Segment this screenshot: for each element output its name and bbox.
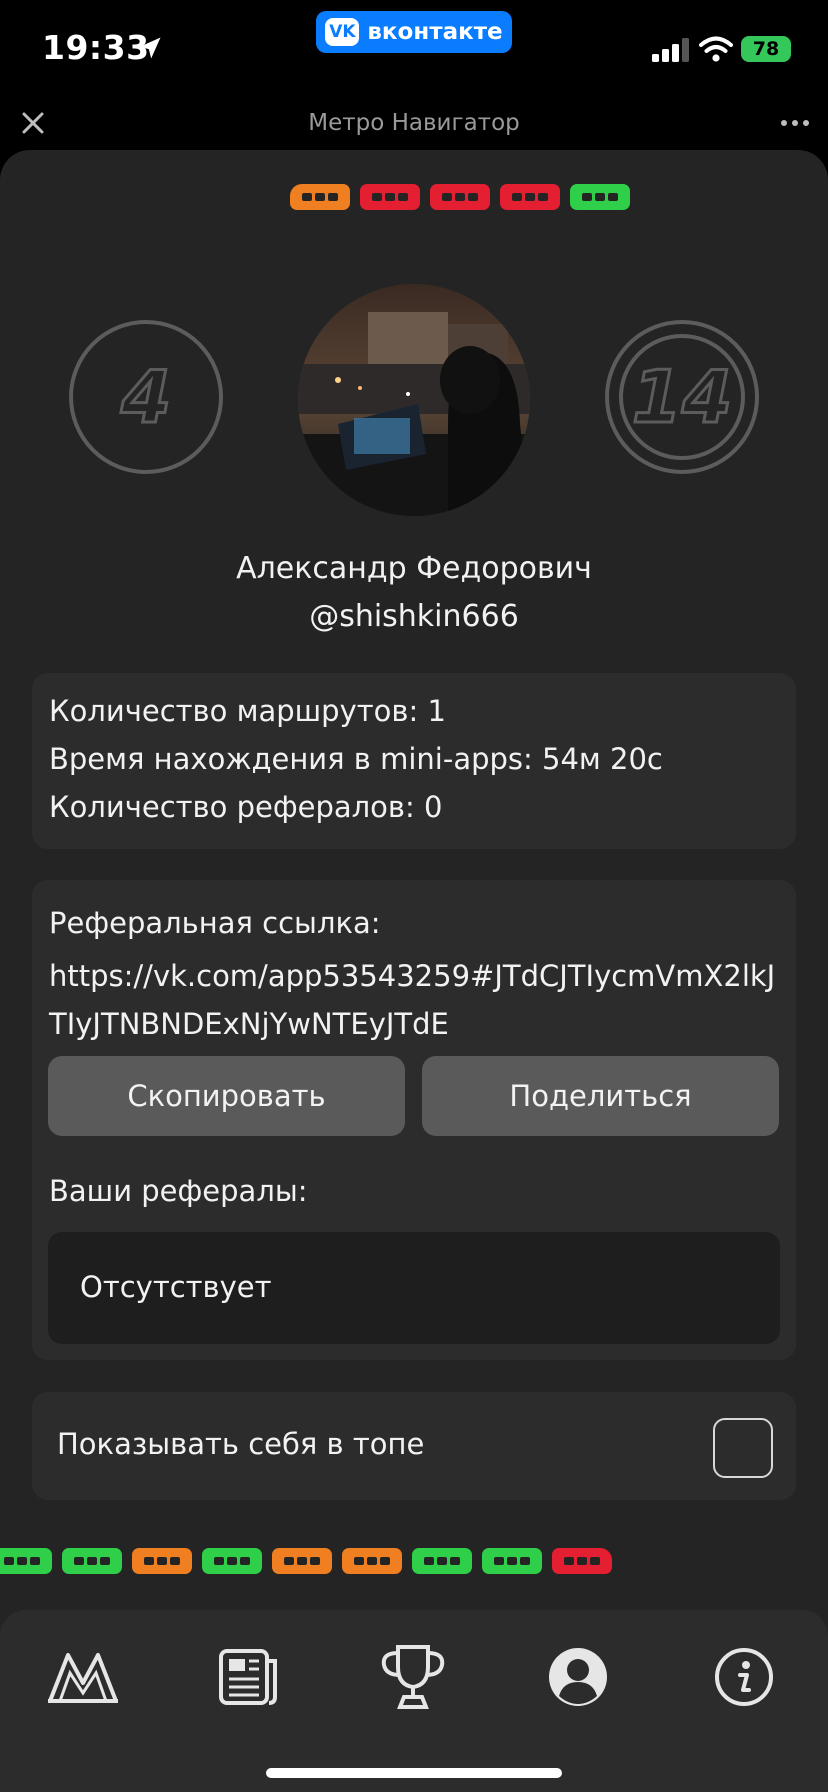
train-car <box>552 1548 612 1574</box>
train-car <box>62 1548 122 1574</box>
share-button[interactable]: Поделиться <box>422 1056 779 1136</box>
train-car <box>290 184 350 210</box>
nav-info[interactable] <box>705 1638 783 1716</box>
metro-icon <box>48 1653 118 1703</box>
home-indicator[interactable] <box>266 1768 562 1778</box>
app-title: Метро Навигатор <box>308 110 520 136</box>
train-car <box>272 1548 332 1574</box>
referral-title: Реферальная ссылка: <box>49 906 381 940</box>
train-car <box>202 1548 262 1574</box>
referrals-empty-label: Отсутствует <box>80 1270 272 1304</box>
nav-profile[interactable] <box>539 1638 617 1716</box>
nav-metro[interactable] <box>44 1638 122 1716</box>
level-badge-right-number: 14 <box>630 354 733 441</box>
avatar <box>298 284 530 516</box>
nav-news[interactable] <box>210 1638 288 1716</box>
train-car <box>342 1548 402 1574</box>
trophy-icon <box>381 1645 445 1709</box>
avatar-photo <box>298 284 530 516</box>
show-in-top-row[interactable]: Показывать себя в топе <box>32 1392 796 1500</box>
copy-button[interactable]: Скопировать <box>48 1056 405 1136</box>
train-car <box>482 1548 542 1574</box>
status-time: 19:33 <box>42 28 150 67</box>
train-decoration-top <box>290 184 630 210</box>
train-car <box>430 184 490 210</box>
referral-card: Реферальная ссылка: https://vk.com/app53… <box>32 880 796 1360</box>
info-icon <box>715 1648 773 1706</box>
stat-time: Время нахождения в mini-apps: 54м 20с <box>49 742 663 776</box>
level-badge-right: 14 <box>605 320 759 474</box>
cellular-signal-icon <box>652 38 689 62</box>
show-in-top-checkbox[interactable] <box>713 1418 773 1478</box>
train-car <box>500 184 560 210</box>
status-bar: 19:33 VK вконтакте 78 <box>0 0 828 100</box>
profile-sheet: 4 14 Александр Федорович @shishkin666 Ко… <box>0 150 828 1792</box>
referrals-list-title: Ваши рефералы: <box>49 1174 308 1208</box>
stats-card: Количество маршрутов: 1 Время нахождения… <box>32 673 796 849</box>
train-decoration-bottom <box>0 1548 612 1574</box>
profile-icon <box>549 1648 607 1706</box>
train-car <box>360 184 420 210</box>
wifi-icon <box>699 36 733 62</box>
vk-host-badge[interactable]: VK вконтакте <box>316 11 512 53</box>
vk-logo: VK <box>325 18 360 46</box>
more-button[interactable] <box>774 108 816 138</box>
news-icon <box>219 1649 277 1705</box>
vk-host-label: вконтакте <box>367 19 503 45</box>
train-car <box>132 1548 192 1574</box>
user-handle: @shishkin666 <box>309 599 519 634</box>
level-badge-left-number: 4 <box>119 354 172 441</box>
app-header: Метро Навигатор <box>0 100 828 152</box>
user-name: Александр Федорович <box>236 551 592 586</box>
stat-referrals: Количество рефералов: 0 <box>49 790 443 824</box>
show-in-top-label: Показывать себя в топе <box>57 1427 425 1461</box>
referral-link[interactable]: https://vk.com/app53543259#JTdCJTIycmVmX… <box>49 952 789 1048</box>
train-car <box>412 1548 472 1574</box>
stat-routes: Количество маршрутов: 1 <box>49 694 446 728</box>
referrals-list: Отсутствует <box>48 1232 780 1344</box>
train-car <box>570 184 630 210</box>
train-car <box>0 1548 52 1574</box>
bottom-nav <box>0 1610 828 1792</box>
location-arrow-icon <box>139 37 161 59</box>
level-badge-left: 4 <box>69 320 223 474</box>
nav-rating[interactable] <box>374 1638 452 1716</box>
more-dots-icon <box>781 120 809 126</box>
battery-indicator: 78 <box>741 36 791 62</box>
